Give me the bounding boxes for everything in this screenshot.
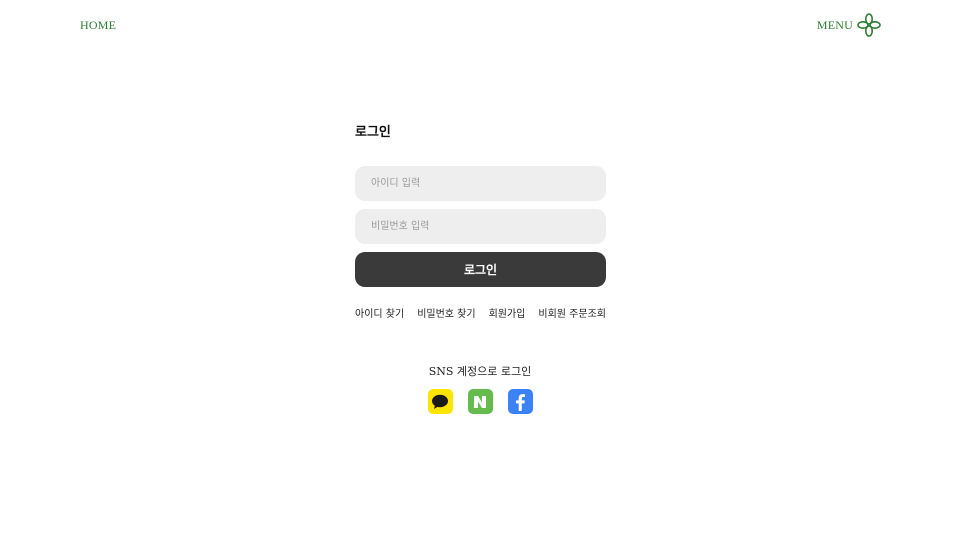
menu-button[interactable]: MENU — [817, 12, 882, 38]
clover-menu-icon — [857, 13, 881, 37]
naver-login-button[interactable] — [467, 389, 493, 414]
sns-title: SNS 계정으로 로그인 — [428, 365, 532, 378]
find-id-link[interactable]: 아이디 찾기 — [355, 305, 404, 320]
password-input[interactable] — [355, 209, 606, 244]
kakao-login-button[interactable] — [427, 389, 453, 414]
login-button[interactable]: 로그인 — [355, 252, 606, 287]
login-form: 로그인 로그인 아이디 찾기 비밀번호 찾기 회원가입 비회원 주문조회 — [355, 124, 606, 320]
menu-label: MENU — [816, 17, 853, 32]
sns-login: SNS 계정으로 로그인 — [380, 364, 580, 414]
kakao-icon — [432, 394, 448, 409]
sns-buttons — [380, 389, 580, 414]
signup-link[interactable]: 회원가입 — [489, 305, 526, 320]
account-links: 아이디 찾기 비밀번호 찾기 회원가입 비회원 주문조회 — [355, 305, 606, 320]
login-page: HOME MENU 로그인 로그인 아이디 찾기 비밀번호 찾기 회원가입 비회… — [0, 0, 960, 539]
guest-order-link[interactable]: 비회원 주문조회 — [538, 305, 606, 320]
naver-icon — [474, 395, 486, 408]
id-input[interactable] — [355, 166, 606, 201]
login-title: 로그인 — [355, 125, 391, 140]
facebook-icon — [516, 393, 525, 411]
find-password-link[interactable]: 비밀번호 찾기 — [417, 305, 475, 320]
facebook-login-button[interactable] — [507, 389, 533, 414]
home-link[interactable]: HOME — [80, 18, 116, 33]
